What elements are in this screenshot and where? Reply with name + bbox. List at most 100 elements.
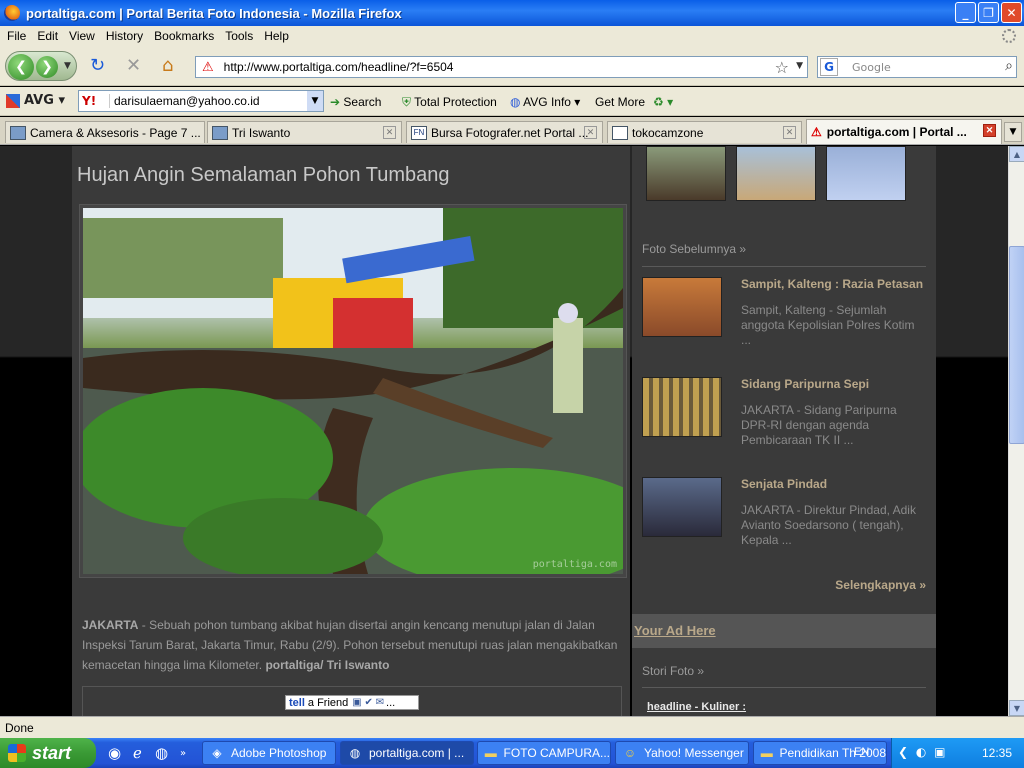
tab-label: portaltiga.com | Portal ...	[826, 125, 967, 139]
headline-kuliner-link[interactable]: headline - Kuliner :	[647, 701, 746, 713]
email-value[interactable]: darisulaeman@yahoo.co.id	[114, 94, 260, 108]
tab-close-icon[interactable]: ✕	[783, 126, 796, 139]
reload-icon[interactable]: ↻	[90, 57, 105, 75]
news-thumbnail[interactable]	[642, 277, 722, 337]
window-title: portaltiga.com | Portal Berita Foto Indo…	[26, 5, 402, 21]
avg-logo[interactable]: AVG ▾	[6, 93, 65, 108]
tab-camera-aksesoris[interactable]: Camera & Aksesoris - Page 7 ...	[5, 121, 205, 143]
menu-history[interactable]: History	[106, 29, 143, 43]
search-placeholder[interactable]: Google	[852, 61, 891, 74]
tab-favicon	[612, 125, 628, 140]
taskbar-label: portaltiga.com | ...	[369, 746, 465, 760]
show-desktop-icon[interactable]: ◉	[108, 744, 121, 762]
taskbar-folder-foto[interactable]: ▬ FOTO CAMPURA...	[477, 741, 611, 765]
thumbnail[interactable]	[826, 146, 906, 201]
vertical-scrollbar[interactable]: ▲ ▼	[1008, 146, 1024, 716]
back-button[interactable]: ❮	[8, 54, 34, 80]
news-item[interactable]: Senjata Pindad JAKARTA - Direktur Pindad…	[642, 477, 932, 557]
tab-label: Bursa Fotografer.net Portal ...	[431, 125, 589, 140]
avg-search-button[interactable]: ➔ Search	[330, 95, 381, 109]
minimize-button[interactable]: _	[955, 2, 976, 23]
tab-close-icon[interactable]: ✕	[983, 124, 996, 137]
stop-icon[interactable]: ✕	[126, 57, 141, 75]
forward-button[interactable]: ❯	[36, 56, 58, 78]
tab-bursa-fotografer[interactable]: FN Bursa Fotografer.net Portal ... ✕	[406, 121, 603, 143]
menu-edit[interactable]: Edit	[37, 29, 58, 43]
avg-settings-icon[interactable]: ♻ ▾	[653, 95, 673, 109]
email-dropdown-icon[interactable]: ▼	[307, 91, 323, 111]
tab-list-dropdown-icon[interactable]: ▼	[1004, 122, 1022, 142]
avg-info-button[interactable]: ◍ AVG Info ▾	[510, 95, 580, 109]
scroll-up-icon[interactable]: ▲	[1009, 146, 1024, 162]
url-bar[interactable]: ⚠ http://www.portaltiga.com/headline/?f=…	[195, 56, 808, 78]
language-indicator[interactable]: EN	[854, 746, 869, 758]
news-thumbnail[interactable]	[642, 477, 722, 537]
taskbar-yahoo-messenger[interactable]: ☺ Yahoo! Messenger	[615, 741, 749, 765]
arrow-right-icon: ➔	[330, 95, 341, 109]
menu-file[interactable]: File	[7, 29, 26, 43]
close-button[interactable]: ✕	[1001, 2, 1022, 23]
news-description: JAKARTA - Direktur Pindad, Adik Avianto …	[741, 503, 916, 547]
taskbar-label: FOTO CAMPURA...	[503, 746, 610, 760]
scroll-thumb[interactable]	[1009, 246, 1024, 444]
get-more-button[interactable]: Get More	[595, 95, 645, 109]
url-dropdown-icon[interactable]: ▼	[796, 61, 803, 71]
globe-icon: ◍	[510, 95, 521, 109]
tab-close-icon[interactable]: ✕	[383, 126, 396, 139]
news-title[interactable]: Senjata Pindad	[741, 477, 827, 491]
scroll-down-icon[interactable]: ▼	[1009, 700, 1024, 716]
previous-photos-heading[interactable]: Foto Sebelumnya »	[642, 242, 746, 256]
article-photo[interactable]: portaltiga.com	[83, 208, 623, 574]
news-item[interactable]: Sampit, Kalteng : Razia Petasan Sampit, …	[642, 277, 932, 357]
your-ad-here-link[interactable]: Your Ad Here	[634, 623, 716, 638]
folder-icon: ▬	[484, 746, 497, 760]
tab-close-icon[interactable]: ✕	[584, 126, 597, 139]
bookmark-star-icon[interactable]: ☆	[775, 58, 789, 77]
taskbar-photoshop[interactable]: ◈ Adobe Photoshop	[202, 741, 336, 765]
home-icon[interactable]: ⌂	[162, 57, 173, 75]
total-protection-label: Total Protection	[414, 95, 497, 109]
tab-tokocamzone[interactable]: tokocamzone ✕	[607, 121, 802, 143]
quicklaunch-expand-icon[interactable]: »	[180, 748, 186, 759]
tab-label: tokocamzone	[632, 125, 704, 140]
start-button[interactable]: start	[0, 738, 96, 768]
thumbnail[interactable]	[646, 146, 726, 201]
url-text[interactable]: http://www.portaltiga.com/headline/?f=65…	[224, 60, 454, 74]
news-item[interactable]: Sidang Paripurna Sepi JAKARTA - Sidang P…	[642, 377, 932, 457]
yahoo-email-field[interactable]: Y! darisulaeman@yahoo.co.id ▼	[78, 90, 324, 112]
yahoo-icon[interactable]: Y!	[82, 94, 110, 108]
restore-button[interactable]: ❐	[978, 2, 999, 23]
news-thumbnail[interactable]	[642, 377, 722, 437]
google-engine-icon[interactable]: G	[820, 58, 838, 76]
ie-icon[interactable]: ℯ	[133, 744, 142, 762]
firefox-icon: ◍	[349, 746, 361, 760]
history-dropdown-icon[interactable]: ▼	[64, 61, 71, 71]
photo-story-heading[interactable]: Stori Foto »	[642, 664, 704, 678]
window-titlebar[interactable]: portaltiga.com | Portal Berita Foto Indo…	[0, 0, 1024, 26]
menu-bookmarks[interactable]: Bookmarks	[154, 29, 214, 43]
tell-a-friend-button[interactable]: tell a Friend ▣ ✔ ✉ ...	[285, 695, 419, 710]
menu-view[interactable]: View	[69, 29, 95, 43]
news-title[interactable]: Sidang Paripurna Sepi	[741, 377, 869, 391]
firefox-quicklaunch-icon[interactable]: ◍	[155, 744, 168, 762]
clock[interactable]: 12:35	[982, 746, 1012, 760]
thumbnail[interactable]	[736, 146, 816, 201]
tell-a-friend-label: a Friend	[307, 696, 349, 709]
tray-icons[interactable]: ❮ ◐ ▣	[898, 745, 948, 759]
total-protection-button[interactable]: ⛨ Total Protection	[402, 95, 497, 110]
window-controls: _ ❐ ✕	[955, 2, 1022, 23]
news-title[interactable]: Sampit, Kalteng : Razia Petasan	[741, 277, 923, 291]
search-icon[interactable]: ⌕	[1005, 58, 1013, 74]
sidebar: Foto Sebelumnya » Sampit, Kalteng : Razi…	[632, 146, 936, 716]
taskbar-firefox[interactable]: ◍ portaltiga.com | ...	[340, 741, 474, 765]
taskbar-label: Pendidikan Th 2008	[779, 746, 886, 760]
menu-help[interactable]: Help	[264, 29, 289, 43]
more-link[interactable]: Selengkapnya »	[835, 578, 926, 592]
tab-tri-iswanto[interactable]: Tri Iswanto ✕	[207, 121, 402, 143]
tab-portaltiga[interactable]: ⚠ portaltiga.com | Portal ... ✕	[806, 119, 1002, 144]
search-box[interactable]: G Google ⌕	[817, 56, 1017, 78]
thumbnail-row	[646, 146, 906, 201]
menu-tools[interactable]: Tools	[225, 29, 253, 43]
avg-toolbar: AVG ▾ Y! darisulaeman@yahoo.co.id ▼ ➔ Se…	[0, 87, 1024, 116]
back-forward-group: ❮ ❯ ▼	[5, 51, 77, 81]
